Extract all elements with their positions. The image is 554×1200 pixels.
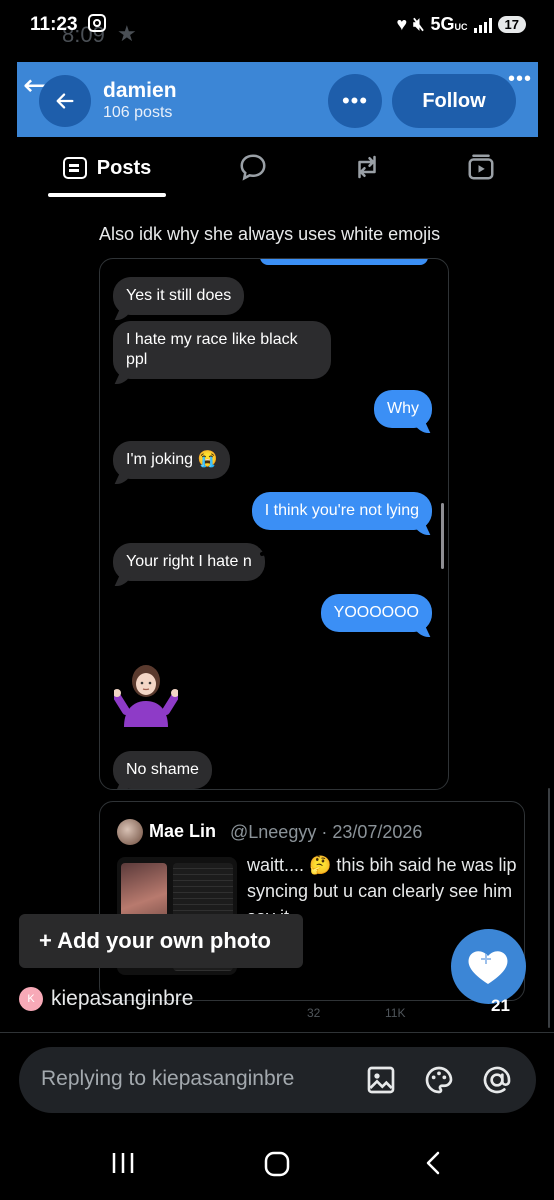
reply-placeholder: Replying to kiepasanginbre [41,1067,295,1090]
quote-author-handle: @Lneegyy · 23/07/2026 [230,822,423,842]
avatar [117,819,143,845]
message-bubble-partial [260,259,428,265]
replier-avatar: K [19,987,43,1011]
android-nav-bar [0,1120,554,1200]
page-scrollbar[interactable] [548,788,550,1028]
message-bubble: Yes it still does [113,277,245,315]
post-text: Also idk why she always uses white emoji… [99,224,441,244]
person-shrugging-emoji [114,665,178,727]
reply-author: K kiepasanginbre [19,987,193,1011]
image-icon[interactable] [365,1064,397,1096]
gif-sticker-icon[interactable] [423,1064,455,1096]
signal-icon [473,17,492,33]
tab-posts-label: Posts [96,156,152,179]
status-right: ♥ 🔇︎ 5GUC 17 [396,14,526,35]
add-your-own-photo-button[interactable]: + Add your own photo [19,914,303,968]
redaction-scribble [258,543,316,557]
message-bubble: Why [374,390,432,428]
heart-icon [468,951,508,984]
posts-icon [62,157,87,179]
battery-indicator: 17 [497,16,526,33]
profile-tabs: Posts [0,140,554,198]
message-bubble: Your right I hate n [113,543,265,581]
profile-name: damien [103,79,177,102]
heart-status-icon: ♥ [396,14,408,34]
star-icon: ★ [117,21,137,46]
divider [0,1032,554,1033]
chat-scrollbar [441,503,444,569]
more-ghost-icon: ••• [507,68,532,90]
media-icon[interactable] [466,152,496,182]
message-bubble: I'm joking 😭 [113,441,231,479]
status-bar: 8:09 ★ 11:23 ♥ 🔇︎ 5GUC 17 [0,0,554,50]
instagram-icon [88,14,106,32]
recent-apps-icon[interactable] [110,1150,136,1176]
active-tab-indicator [48,193,166,197]
back-button[interactable] [39,75,91,127]
like-count: 21 [491,996,510,1015]
reply-bubble-icon[interactable] [238,152,268,182]
repost-icon[interactable] [352,152,382,182]
profile-header: ⟵ damien 106 posts ••• Follow ••• [17,62,538,137]
mute-icon: 🔇︎ [413,14,425,34]
ghost-like-count: 32 [307,1006,321,1020]
home-icon[interactable] [263,1150,291,1178]
message-bubble: I hate my race like black ppl [113,321,331,379]
network-label: 5GUC [430,14,468,34]
tab-posts[interactable]: Posts [48,140,166,196]
more-options-button[interactable]: ••• [328,74,382,128]
replier-name: kiepasanginbre [51,987,194,1010]
follow-button[interactable]: Follow [392,74,516,128]
back-nav-icon[interactable] [422,1150,444,1176]
post-count: 106 posts [103,104,173,121]
reply-input[interactable]: Replying to kiepasanginbre [19,1047,536,1113]
message-bubble: No shame [113,751,212,789]
status-time: 11:23 [30,14,78,35]
ghost-view-count: 11K [385,1006,406,1020]
quote-author-name: Mae Lin [149,821,217,841]
message-bubble: I think you're not lying [251,492,432,530]
like-button[interactable] [451,929,526,1004]
post-image-chat-screenshot[interactable]: Yes it still does I hate my race like bl… [99,258,449,790]
mention-icon[interactable] [481,1064,513,1096]
message-bubble: YOOOOOO [320,594,432,632]
back-arrow-icon [56,93,74,109]
